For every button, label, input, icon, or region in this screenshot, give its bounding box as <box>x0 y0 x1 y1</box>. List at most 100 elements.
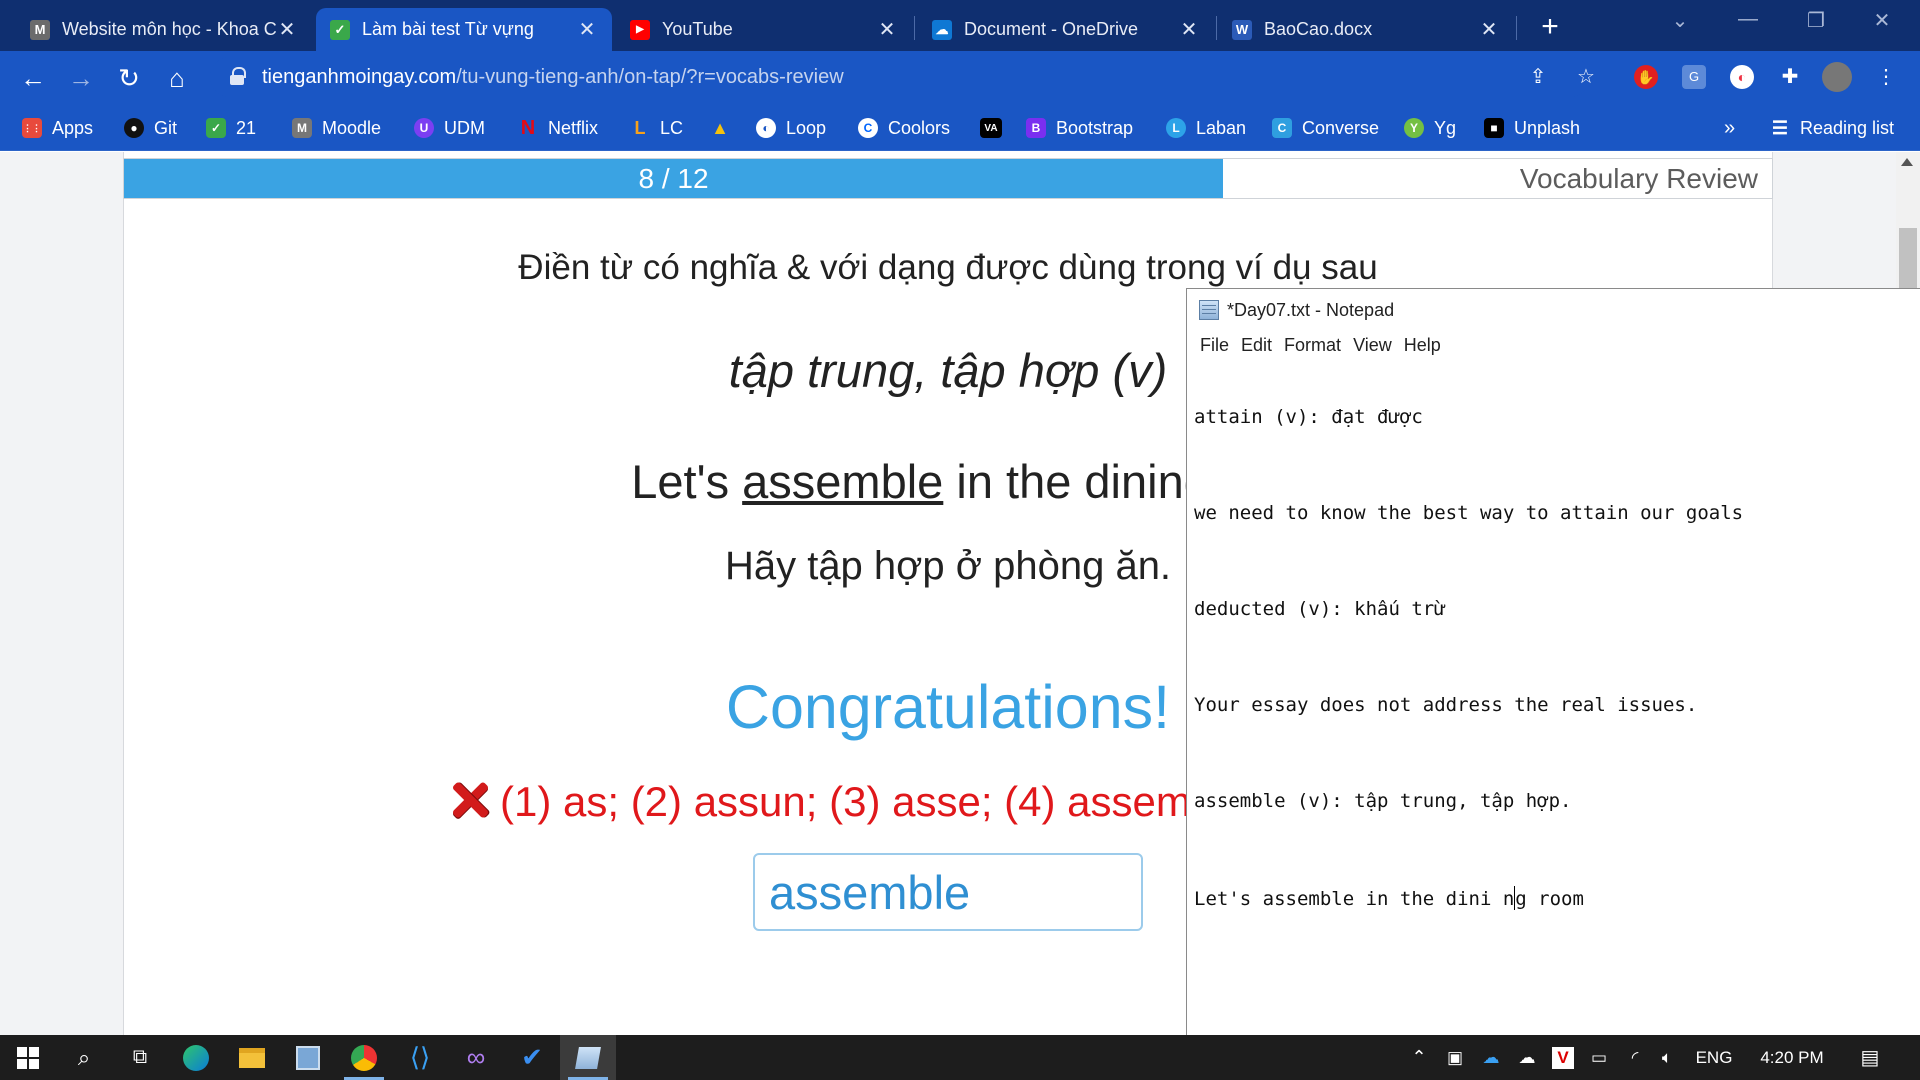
reload-icon[interactable]: ↻ <box>112 61 146 95</box>
bookmark-lc[interactable]: L LC <box>630 115 684 141</box>
close-icon[interactable]: ✕ <box>1478 17 1500 42</box>
vscode-icon[interactable]: ⟨⟩ <box>392 1035 448 1080</box>
notepad-text-area[interactable]: attain (v): đạt được we need to know the… <box>1194 362 1743 982</box>
extensions-puzzle-icon[interactable]: ✚ <box>1776 63 1804 91</box>
bookmark-udm[interactable]: U UDM <box>414 115 485 141</box>
home-icon[interactable]: ⌂ <box>160 61 194 95</box>
wifi-icon[interactable]: ◜ <box>1620 1035 1650 1080</box>
translate-icon[interactable]: G <box>1682 65 1706 89</box>
edge-icon[interactable] <box>168 1035 224 1080</box>
apps-grid-icon: ⋮⋮ <box>22 118 42 138</box>
bookmark-label: Loop <box>786 117 827 138</box>
notepad-taskbar-icon[interactable] <box>560 1035 616 1080</box>
tab-baocao-docx[interactable]: W BaoCao.docx ✕ <box>1218 8 1514 51</box>
bookmark-label: Netflix <box>548 117 599 138</box>
more-bookmarks-button[interactable]: » <box>1724 115 1735 141</box>
bookmark-yg[interactable]: Y Yg <box>1404 115 1456 141</box>
tab-website-mon-hoc[interactable]: M Website môn học - Khoa C ✕ <box>16 8 312 51</box>
todo-icon[interactable]: ✔ <box>504 1035 560 1080</box>
moodle-icon: M <box>292 118 312 138</box>
bookmark-label: UDM <box>444 117 485 138</box>
tab-search-icon[interactable]: ⌄ <box>1660 8 1700 33</box>
onedrive-icon[interactable]: ☁ <box>1476 1035 1506 1080</box>
youtube-icon: ▶ <box>630 19 650 40</box>
laban-icon: L <box>1166 118 1186 138</box>
progress-counter: 8 / 12 <box>638 163 709 194</box>
bookmark-netflix[interactable]: N Netflix <box>518 115 598 141</box>
notepad-menubar: File Edit Format View Help <box>1187 331 1447 361</box>
bookmark-apps[interactable]: ⋮⋮ Apps <box>22 115 93 141</box>
battery-icon[interactable]: ▭ <box>1584 1035 1614 1080</box>
notepad-titlebar[interactable]: *Day07.txt - Notepad <box>1187 289 1920 331</box>
chevron-up-icon[interactable]: ⌃ <box>1404 1035 1434 1080</box>
browser-toolbar: ← → ↻ ⌂ tienganhmoingay.com/tu-vung-tien… <box>0 51 1920 104</box>
bookmark-21[interactable]: ✓ 21 <box>206 115 256 141</box>
bookmark-laban[interactable]: L Laban <box>1166 115 1246 141</box>
extension-color-icon[interactable]: ◐ <box>1730 65 1754 89</box>
onedrive-icon: ☁ <box>932 19 952 40</box>
bookmark-label: Coolors <box>888 117 951 138</box>
text-line: assemble (v): tập trung, tập hợp. <box>1194 790 1572 812</box>
close-icon[interactable]: ✕ <box>576 17 598 42</box>
new-tab-button[interactable]: + <box>1535 10 1565 44</box>
task-view-icon[interactable]: ⧉ <box>112 1035 168 1080</box>
bookmark-va[interactable]: VA <box>980 115 1012 141</box>
menu-help[interactable]: Help <box>1398 331 1447 361</box>
menu-view[interactable]: View <box>1347 331 1398 361</box>
star-icon[interactable]: ☆ <box>1572 63 1600 91</box>
close-icon[interactable]: ✕ <box>1178 17 1200 42</box>
windows-start-icon[interactable] <box>0 1035 56 1080</box>
minimize-button[interactable]: — <box>1728 8 1768 31</box>
volume-icon[interactable]: 🔈︎ <box>1652 1035 1682 1080</box>
tab-youtube[interactable]: ▶ YouTube ✕ <box>616 8 912 51</box>
quiz-instruction: Điền từ có nghĩa & với dạng được dùng tr… <box>518 248 1378 287</box>
profile-avatar[interactable] <box>1822 62 1852 92</box>
scroll-thumb[interactable] <box>1899 228 1917 288</box>
tab-onedrive[interactable]: ☁ Document - OneDrive ✕ <box>918 8 1214 51</box>
bookmark-loop[interactable]: ◐ Loop <box>756 115 826 141</box>
restore-button[interactable]: ❐ <box>1796 8 1836 33</box>
menu-edit[interactable]: Edit <box>1235 331 1278 361</box>
answer-input[interactable] <box>753 853 1143 931</box>
close-window-button[interactable]: ✕ <box>1862 8 1902 33</box>
reading-list-label: Reading list <box>1800 117 1895 138</box>
menu-file[interactable]: File <box>1194 331 1235 361</box>
chrome-icon[interactable] <box>336 1035 392 1080</box>
bookmark-moodle[interactable]: M Moodle <box>292 115 381 141</box>
bookmark-drive[interactable]: ▲ <box>710 115 740 141</box>
close-icon[interactable]: ✕ <box>876 17 898 42</box>
bookmark-unsplash[interactable]: ■ Unplash <box>1484 115 1580 141</box>
search-icon[interactable]: ⌕ <box>56 1035 112 1080</box>
attempts-text: (1) as; (2) assun; (3) asse; (4) assem; <box>500 778 1203 825</box>
file-explorer-icon[interactable] <box>224 1035 280 1080</box>
cloud-sync-icon[interactable]: ☁ <box>1512 1035 1542 1080</box>
example-before: Let's <box>631 455 743 508</box>
share-icon[interactable]: ⇪ <box>1524 63 1552 91</box>
back-icon[interactable]: ← <box>16 61 50 95</box>
language-indicator[interactable]: ENG <box>1692 1035 1736 1080</box>
tab-separator <box>1216 16 1217 40</box>
notepad-icon <box>1199 300 1219 320</box>
notepad-title: *Day07.txt - Notepad <box>1227 299 1395 320</box>
menu-format[interactable]: Format <box>1278 331 1347 361</box>
address-bar[interactable]: tienganhmoingay.com/tu-vung-tieng-anh/on… <box>210 57 1590 97</box>
scroll-up-icon[interactable] <box>1901 158 1913 166</box>
tab-vocabulary-test[interactable]: ✓ Làm bài test Từ vựng ✕ <box>316 8 612 51</box>
vietkey-icon[interactable]: V <box>1548 1035 1578 1080</box>
bookmark-bootstrap[interactable]: B Bootstrap <box>1026 115 1133 141</box>
menu-kebab-icon[interactable]: ⋮ <box>1872 63 1900 91</box>
close-icon[interactable]: ✕ <box>276 17 298 42</box>
bookmark-coolors[interactable]: C Coolors <box>858 115 950 141</box>
bookmark-git[interactable]: ● Git <box>124 115 177 141</box>
meet-now-icon[interactable]: ▣ <box>1440 1035 1470 1080</box>
visual-studio-icon[interactable]: ∞ <box>448 1035 504 1080</box>
bookmark-label: Apps <box>52 117 94 138</box>
bookmark-label: Bootstrap <box>1056 117 1134 138</box>
app-icon[interactable] <box>280 1035 336 1080</box>
extension-red-icon[interactable]: ✋ <box>1634 65 1658 89</box>
clock[interactable]: 4:20 PM <box>1750 1035 1834 1080</box>
reading-list-button[interactable]: ☰ Reading list <box>1770 115 1894 141</box>
notification-icon[interactable]: ▤ <box>1852 1035 1888 1080</box>
forward-icon[interactable]: → <box>64 61 98 95</box>
bookmark-converse[interactable]: C Converse <box>1272 115 1379 141</box>
